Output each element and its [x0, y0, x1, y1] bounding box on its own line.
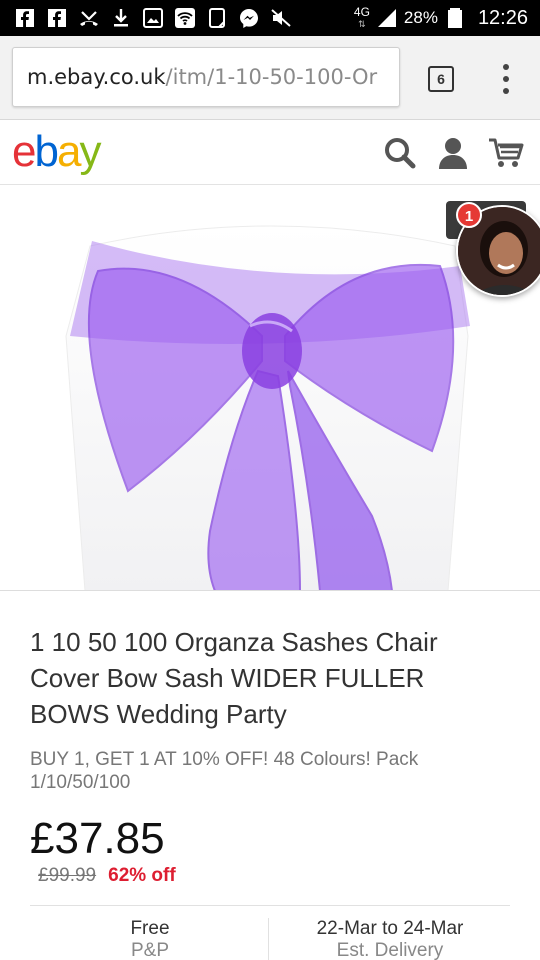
delivery-sub: Est. Delivery — [336, 940, 444, 960]
url-path: /itm/1-10-50-100-Or — [165, 65, 378, 89]
postage-sub: P&P — [130, 940, 170, 960]
product-title: 1 10 50 100 Organza Sashes Chair Cover B… — [30, 627, 438, 729]
status-bar: 4G ⇅ 28% 12:26 — [0, 0, 540, 36]
postage-info: Free P&P — [30, 918, 270, 960]
download-icon — [110, 7, 132, 29]
cart-icon[interactable] — [488, 135, 524, 171]
missed-call-icon — [78, 7, 100, 29]
clock: 12:26 — [477, 6, 528, 29]
site-header: ebay — [0, 121, 540, 185]
address-bar[interactable]: m.ebay.co.uk/itm/1-10-50-100-Or — [12, 47, 400, 107]
battery-percent: 28% — [403, 8, 438, 27]
discount-label: 62% off — [108, 865, 176, 886]
ebay-logo[interactable]: ebay — [12, 127, 101, 177]
screen-icon — [206, 7, 228, 29]
shipping-separator — [268, 918, 269, 960]
was-price: £99.99 — [38, 865, 97, 886]
user-icon[interactable] — [435, 135, 471, 171]
tab-switcher-button[interactable]: 6 — [428, 66, 454, 92]
wifi-icon — [174, 7, 196, 29]
signal-icon — [376, 7, 398, 29]
product-subtitle: BUY 1, GET 1 AT 10% OFF! 48 Colours! Pac… — [30, 749, 419, 793]
postage-main: Free — [130, 918, 170, 939]
chat-notification-badge: 1 — [456, 202, 482, 228]
notification-icons — [0, 7, 354, 29]
screen: 4G ⇅ 28% 12:26 m.ebay.co.uk/itm/1-10-50-1… — [0, 0, 540, 960]
system-status: 4G ⇅ 28% 12:26 — [354, 6, 540, 30]
network-type: 4G ⇅ — [354, 6, 370, 30]
facebook-icon — [14, 7, 36, 29]
logo-letter-b: b — [34, 127, 59, 176]
section-divider — [30, 905, 510, 906]
mute-icon — [270, 7, 292, 29]
delivery-info: 22-Mar to 24-Mar Est. Delivery — [270, 918, 510, 960]
browser-menu-icon[interactable] — [495, 64, 517, 94]
logo-letter-e: e — [12, 127, 37, 176]
gallery-icon — [142, 7, 164, 29]
delivery-dates: 22-Mar to 24-Mar — [316, 918, 464, 939]
messenger-icon — [238, 7, 260, 29]
url-host: m.ebay.co.uk — [27, 65, 166, 89]
logo-letter-a: a — [56, 127, 82, 176]
network-type-label: 4G — [353, 5, 370, 19]
battery-icon — [444, 7, 466, 29]
search-icon[interactable] — [382, 135, 418, 171]
logo-letter-y: y — [79, 127, 101, 176]
data-arrows: ⇅ — [358, 19, 366, 29]
price-comparison: £99.99 62% off — [38, 865, 176, 887]
facebook-icon — [46, 7, 68, 29]
product-price: £37.85 — [30, 814, 165, 863]
browser-toolbar: m.ebay.co.uk/itm/1-10-50-100-Or 6 — [0, 36, 540, 120]
